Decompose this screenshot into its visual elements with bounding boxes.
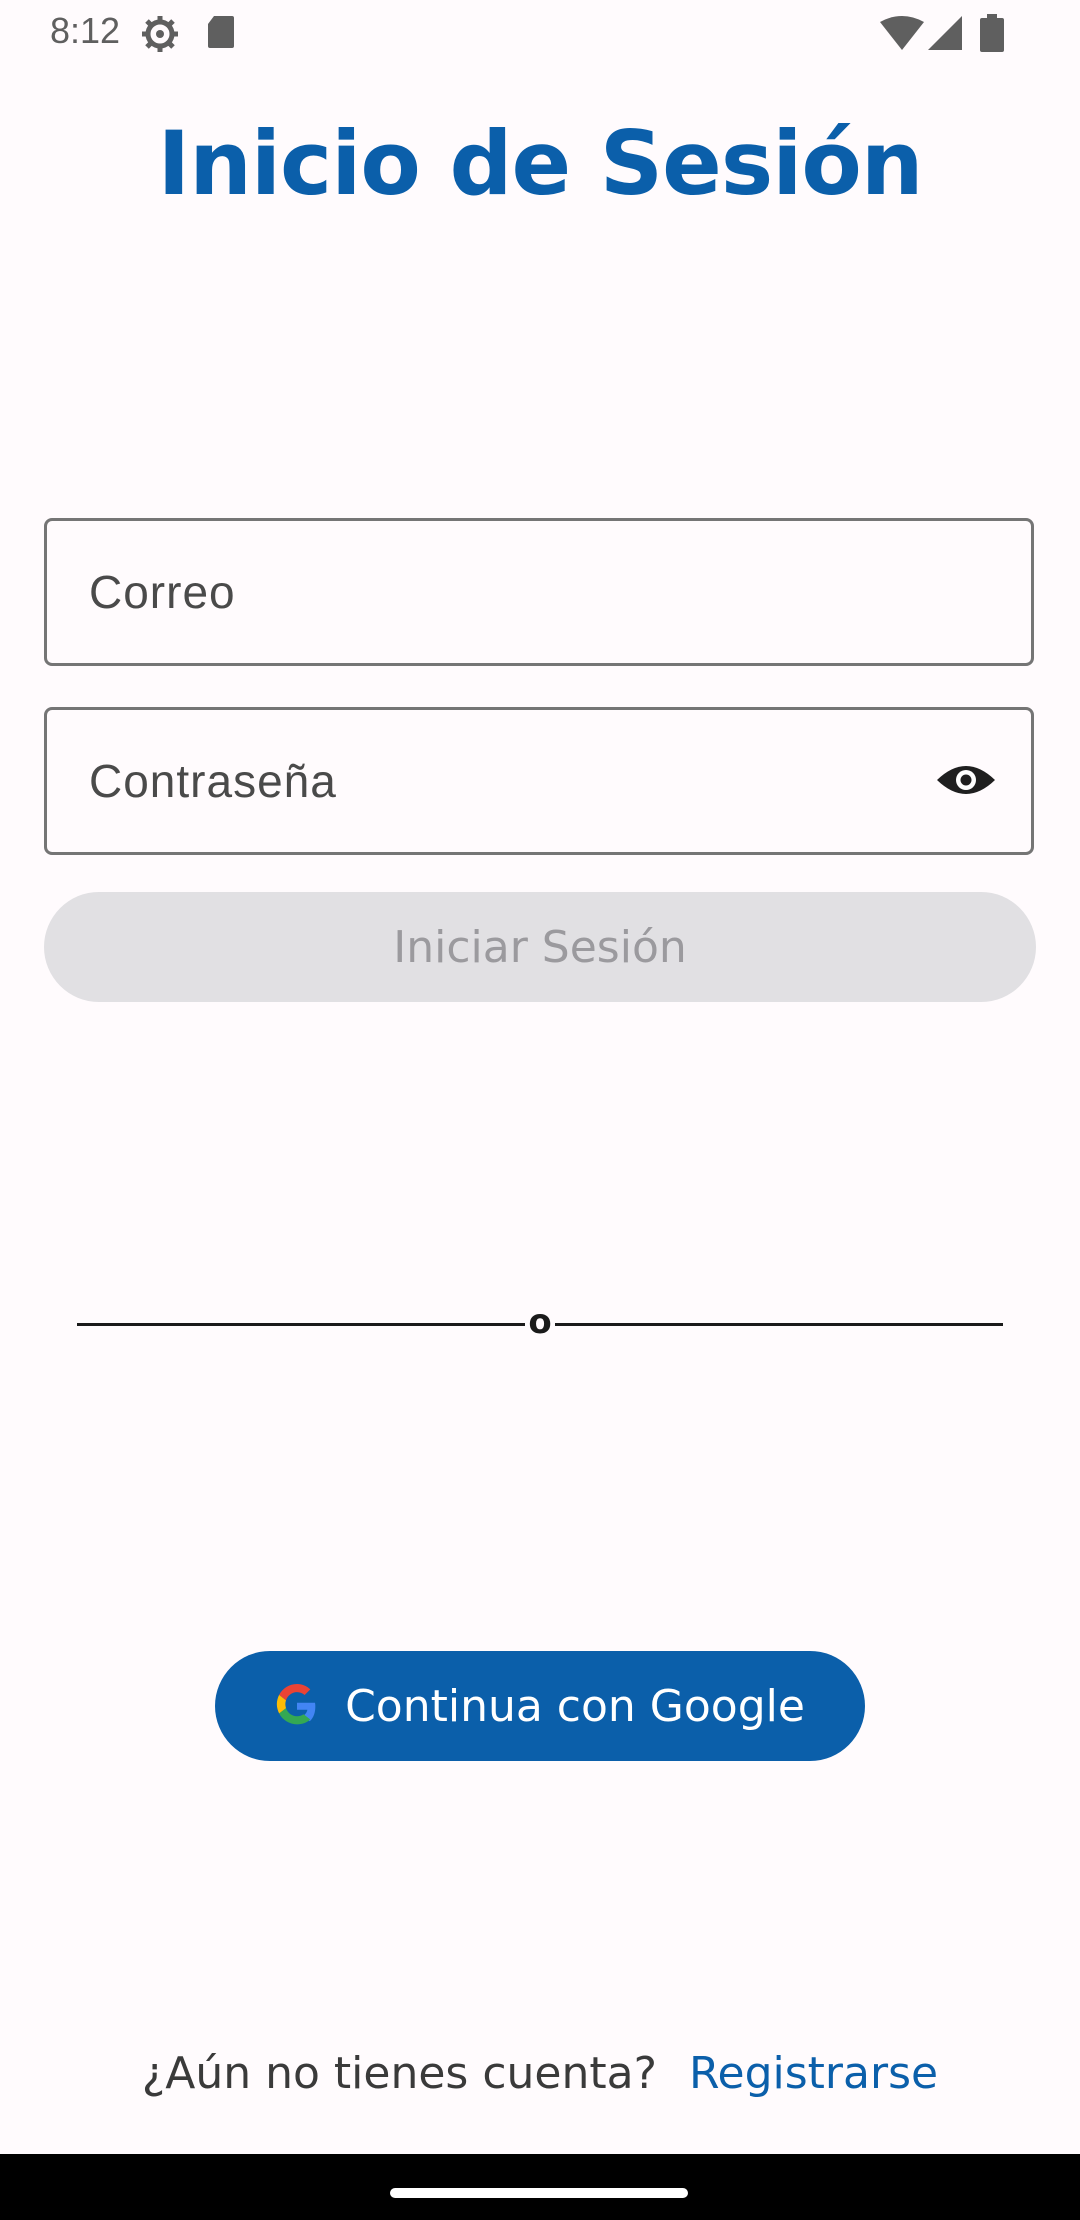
cell-signal-icon <box>928 16 962 54</box>
show-password-eye-icon[interactable] <box>935 758 997 802</box>
signup-question: ¿Aún no tienes cuenta? <box>141 2048 657 2099</box>
password-field-label: Contraseña <box>89 755 337 807</box>
email-field-label: Correo <box>89 566 236 618</box>
divider-line-right <box>555 1323 1003 1326</box>
battery-icon <box>980 14 1004 56</box>
system-nav-bar <box>0 2154 1080 2220</box>
register-link[interactable]: Registrarse <box>689 2048 938 2099</box>
password-field[interactable]: Contraseña <box>44 707 1034 855</box>
google-signin-label: Continua con Google <box>345 1680 805 1732</box>
signup-prompt: ¿Aún no tienes cuenta? Registrarse <box>0 2048 1080 2099</box>
status-time: 8:12 <box>50 10 121 51</box>
google-icon <box>275 1684 319 1728</box>
email-field[interactable]: Correo <box>44 518 1034 666</box>
settings-gear-icon <box>140 14 180 58</box>
page-title: Inicio de Sesión <box>157 112 924 215</box>
divider-line-left <box>77 1323 525 1326</box>
google-signin-button[interactable]: Continua con Google <box>215 1651 865 1761</box>
sd-card-icon <box>206 14 236 54</box>
home-gesture-handle[interactable] <box>390 2188 688 2198</box>
divider-text: o <box>528 1302 552 1342</box>
login-button[interactable]: Iniciar Sesión <box>44 892 1036 1002</box>
wifi-icon <box>880 16 924 54</box>
status-bar: 8:12 <box>0 0 1080 64</box>
